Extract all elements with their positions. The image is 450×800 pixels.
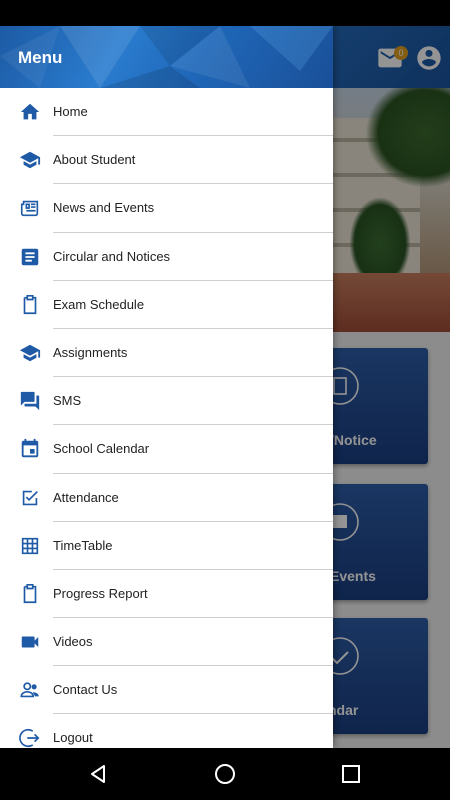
- clipboard-icon: [23, 294, 37, 314]
- menu-item-label: Attendance: [53, 489, 119, 505]
- drawer-menu: Home About Student News and Events Circu…: [0, 88, 333, 748]
- menu-item-label: Home: [53, 104, 88, 119]
- menu-item-exam-schedule[interactable]: Exam Schedule: [0, 281, 333, 329]
- grid-icon: [21, 537, 39, 554]
- menu-item-assignments[interactable]: Assignments: [0, 329, 333, 378]
- home-button-icon[interactable]: [213, 762, 237, 786]
- back-icon[interactable]: [86, 762, 110, 786]
- menu-item-circular-and-notices[interactable]: Circular and Notices: [0, 233, 333, 281]
- menu-item-progress-report[interactable]: Progress Report: [0, 570, 333, 619]
- school-icon: [19, 151, 41, 169]
- menu-item-label: Circular and Notices: [53, 248, 171, 264]
- menu-item-school-calendar[interactable]: School Calendar: [0, 425, 333, 474]
- checkbox-icon: [22, 490, 38, 505]
- chat-icon: [20, 391, 40, 411]
- menu-item-label: About Student: [53, 152, 136, 168]
- clipboard-icon: [23, 583, 37, 603]
- system-navigation-bar: [0, 748, 450, 800]
- drawer-title: Menu: [18, 48, 63, 67]
- menu-item-attendance[interactable]: Attendance: [0, 474, 333, 522]
- school-icon: [19, 344, 41, 362]
- menu-item-label: School Calendar: [53, 441, 150, 457]
- menu-item-logout[interactable]: Logout: [0, 714, 333, 748]
- newspaper-icon: [20, 201, 39, 217]
- recents-icon[interactable]: [339, 762, 363, 786]
- contacts-icon: [20, 682, 39, 698]
- menu-item-label: Contact Us: [53, 682, 118, 698]
- menu-item-news-and-events[interactable]: News and Events: [0, 184, 333, 233]
- menu-item-label: Videos: [53, 634, 93, 650]
- menu-item-timetable[interactable]: TimeTable: [0, 522, 333, 570]
- menu-item-about-student[interactable]: About Student: [0, 136, 333, 185]
- home-icon: [20, 103, 40, 120]
- calendar-icon: [21, 439, 39, 458]
- menu-item-sms[interactable]: SMS: [0, 377, 333, 426]
- notice-icon: [21, 248, 39, 265]
- menu-item-videos[interactable]: Videos: [0, 618, 333, 667]
- navigation-drawer: Menu Home About Student News and Events …: [0, 26, 333, 748]
- menu-item-home[interactable]: Home: [0, 88, 333, 137]
- menu-item-label: Logout: [53, 730, 93, 746]
- drawer-header: Menu: [0, 26, 333, 88]
- menu-item-label: Progress Report: [53, 585, 148, 601]
- menu-item-contact-us[interactable]: Contact Us: [0, 666, 333, 715]
- menu-item-label: Assignments: [53, 344, 128, 360]
- menu-item-label: Exam Schedule: [53, 296, 145, 312]
- menu-item-label: News and Events: [53, 200, 155, 216]
- status-bar: [0, 0, 450, 26]
- logout-icon: [19, 729, 40, 748]
- menu-item-label: TimeTable: [53, 537, 113, 553]
- menu-item-label: SMS: [53, 393, 82, 409]
- video-icon: [21, 636, 39, 648]
